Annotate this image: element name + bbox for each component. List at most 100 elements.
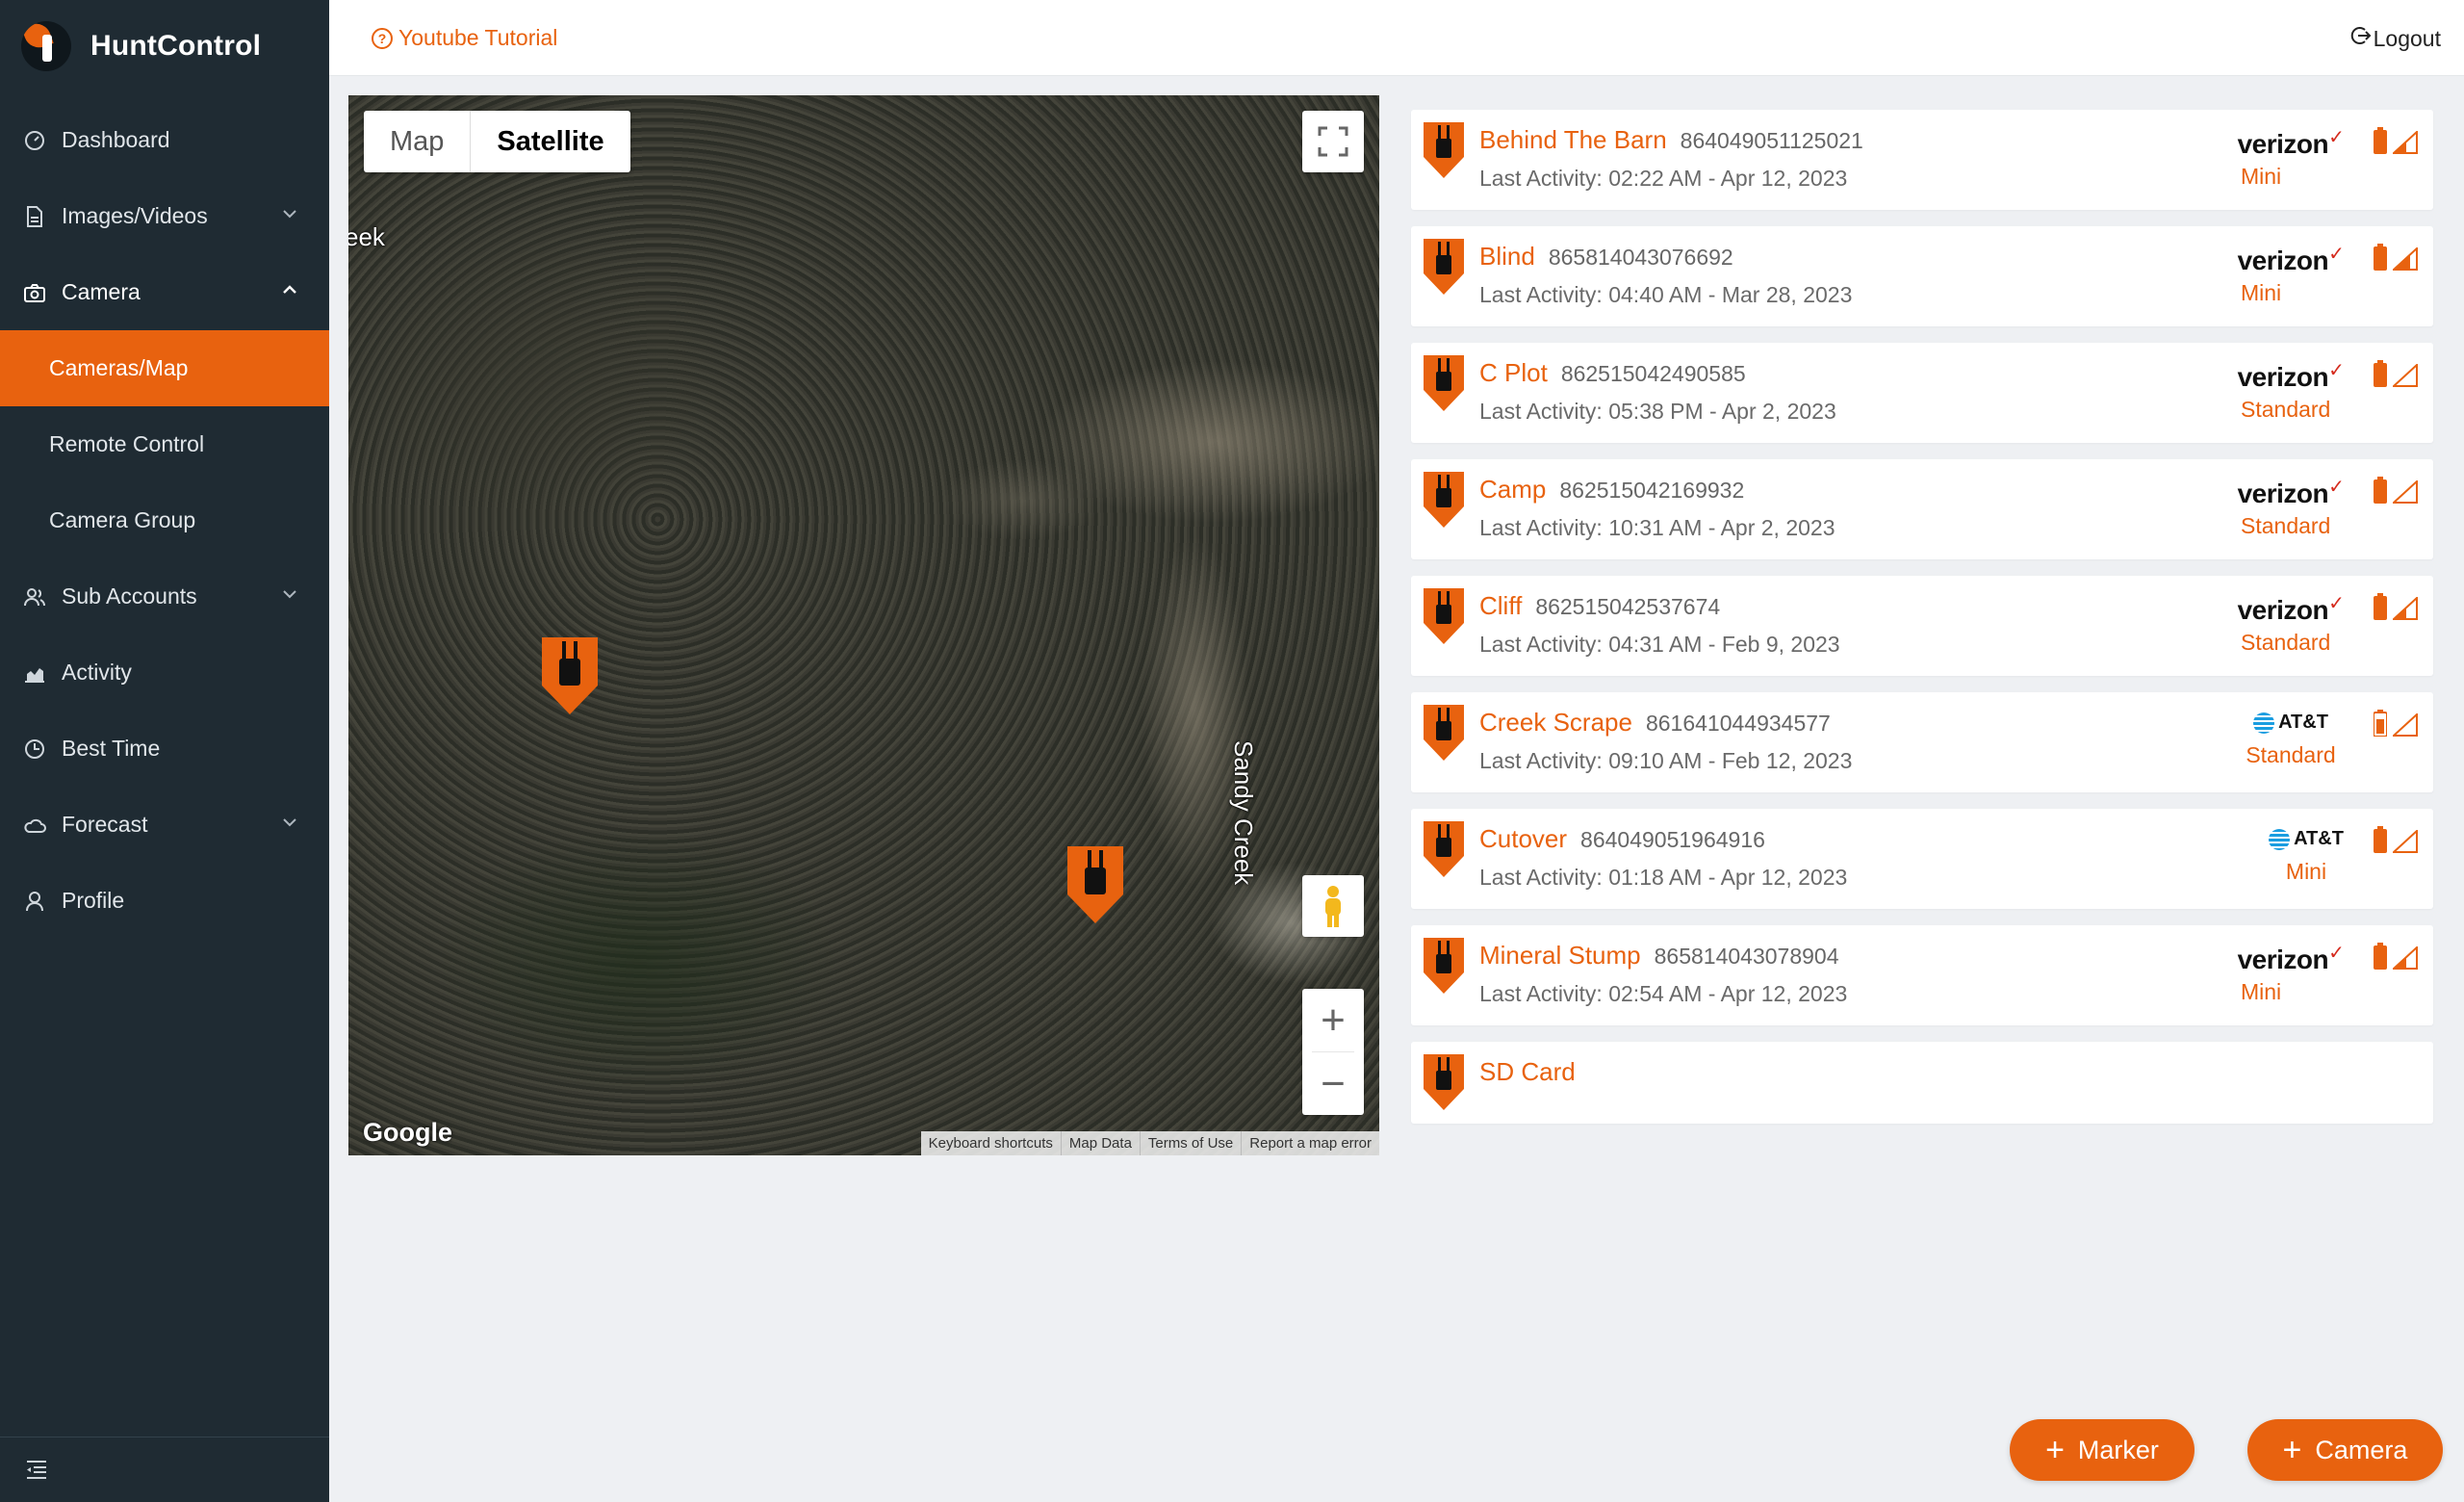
- camera-pin-icon: [1424, 122, 1464, 178]
- sidebar-item-best-time[interactable]: Best Time: [0, 711, 329, 787]
- file-icon: [23, 205, 46, 228]
- street-view-pegman-button[interactable]: [1302, 875, 1364, 937]
- map-data-link[interactable]: Map Data: [1060, 1131, 1140, 1155]
- camera-imei: 862515042537674: [1535, 594, 1721, 619]
- sidebar-nav: Dashboard Images/Videos Camera Cameras/M…: [0, 102, 329, 939]
- camera-name[interactable]: Creek Scrape: [1479, 708, 1632, 738]
- sidebar-item-camera-group[interactable]: Camera Group: [0, 482, 329, 558]
- carrier-info: AT&T Standard: [2233, 712, 2348, 768]
- camera-card[interactable]: Creek Scrape 861641044934577 Last Activit…: [1411, 692, 2433, 792]
- sidebar-item-forecast[interactable]: Forecast: [0, 787, 329, 863]
- chevron-down-icon: [279, 203, 300, 224]
- add-marker-button[interactable]: + Marker: [2010, 1419, 2194, 1481]
- battery-icon: [2374, 826, 2387, 853]
- terms-of-use-link[interactable]: Terms of Use: [1139, 1131, 1241, 1155]
- keyboard-shortcuts-link[interactable]: Keyboard shortcuts: [921, 1131, 1061, 1155]
- brand[interactable]: HuntControl: [21, 21, 261, 71]
- camera-icon: [23, 281, 46, 304]
- map-type-map-button[interactable]: Map: [364, 111, 470, 172]
- camera-name[interactable]: C Plot: [1479, 358, 1548, 388]
- plan-name: Standard: [2241, 513, 2331, 538]
- camera-map-marker[interactable]: [1065, 844, 1125, 925]
- camera-imei: 865814043078904: [1654, 944, 1839, 969]
- camera-pin-icon: [1424, 239, 1464, 295]
- sidebar-item-label: Cameras/Map: [49, 355, 189, 380]
- camera-card[interactable]: Behind The Barn 864049051125021 Last Acti…: [1411, 110, 2433, 210]
- zoom-out-button[interactable]: −: [1302, 1052, 1364, 1115]
- att-logo: AT&T: [2253, 712, 2328, 734]
- help-icon: ?: [372, 27, 393, 49]
- fullscreen-icon: [1318, 126, 1348, 157]
- map-label-creek: eek: [348, 222, 385, 251]
- users-icon: [23, 585, 46, 609]
- zoom-control: + −: [1302, 989, 1364, 1115]
- camera-card[interactable]: SD Card: [1411, 1042, 2433, 1124]
- camera-card[interactable]: Blind 865814043076692 Last Activity: 04:4…: [1411, 226, 2433, 326]
- camera-pin-icon: [1424, 1054, 1464, 1110]
- camera-name[interactable]: SD Card: [1479, 1057, 1576, 1087]
- chevron-up-icon: [279, 279, 300, 300]
- verizon-logo: verizon✓: [2237, 593, 2345, 625]
- carrier-info: verizon✓ Standard: [2233, 477, 2348, 539]
- camera-card[interactable]: C Plot 862515042490585 Last Activity: 05:…: [1411, 343, 2433, 443]
- camera-name[interactable]: Behind The Barn: [1479, 125, 1667, 155]
- sidebar-item-profile[interactable]: Profile: [0, 863, 329, 939]
- plus-icon: +: [2282, 1432, 2302, 1468]
- camera-last-activity: Last Activity: 05:38 PM - Apr 2, 2023: [1479, 399, 1836, 424]
- camera-imei: 862515042169932: [1559, 478, 1745, 503]
- dashboard-icon: [23, 129, 46, 152]
- camera-card[interactable]: Mineral Stump 865814043078904 Last Activi…: [1411, 925, 2433, 1025]
- verizon-logo: verizon✓: [2237, 127, 2345, 159]
- carrier-info: verizon✓ Mini: [2233, 127, 2348, 190]
- camera-pin-icon: [1424, 472, 1464, 528]
- sidebar-item-activity[interactable]: Activity: [0, 634, 329, 711]
- sidebar-item-images-videos[interactable]: Images/Videos: [0, 178, 329, 254]
- battery-icon: [2374, 127, 2387, 154]
- logout-button[interactable]: Logout: [2350, 25, 2441, 52]
- sidebar-item-label: Activity: [62, 660, 132, 685]
- camera-last-activity: Last Activity: 10:31 AM - Apr 2, 2023: [1479, 515, 1835, 540]
- youtube-tutorial-link[interactable]: ? Youtube Tutorial: [372, 25, 557, 51]
- camera-name[interactable]: Cutover: [1479, 824, 1567, 854]
- signal-icon: [2393, 946, 2418, 970]
- camera-map-marker[interactable]: [540, 635, 600, 716]
- camera-pin-icon: [1424, 588, 1464, 644]
- collapse-menu-icon[interactable]: [25, 1459, 48, 1482]
- camera-name[interactable]: Mineral Stump: [1479, 941, 1641, 971]
- sidebar-item-cameras-map[interactable]: Cameras/Map: [0, 330, 329, 406]
- fullscreen-button[interactable]: [1302, 111, 1364, 172]
- plan-name: Standard: [2246, 741, 2336, 767]
- logout-icon: [2350, 25, 2372, 52]
- sidebar-item-remote-control[interactable]: Remote Control: [0, 406, 329, 482]
- battery-icon: [2374, 943, 2387, 970]
- sidebar-item-dashboard[interactable]: Dashboard: [0, 102, 329, 178]
- camera-last-activity: Last Activity: 04:31 AM - Feb 9, 2023: [1479, 632, 1840, 657]
- camera-name[interactable]: Camp: [1479, 475, 1546, 505]
- camera-pin-icon: [1424, 355, 1464, 411]
- plan-name: Standard: [2241, 630, 2331, 655]
- camera-pin-icon: [1424, 821, 1464, 877]
- verizon-logo: verizon✓: [2237, 943, 2345, 974]
- satellite-map[interactable]: Map Satellite eek Sandy Creek + − Google…: [348, 95, 1379, 1155]
- sidebar-item-sub-accounts[interactable]: Sub Accounts: [0, 558, 329, 634]
- zoom-in-button[interactable]: +: [1302, 989, 1364, 1051]
- add-marker-label: Marker: [2077, 1435, 2159, 1464]
- signal-icon: [2393, 830, 2418, 853]
- battery-icon: [2374, 710, 2387, 737]
- add-camera-button[interactable]: + Camera: [2247, 1419, 2443, 1481]
- sidebar-item-label: Best Time: [62, 736, 161, 761]
- carrier-info: verizon✓ Standard: [2233, 593, 2348, 656]
- sidebar-item-label: Images/Videos: [62, 203, 208, 228]
- camera-name[interactable]: Blind: [1479, 242, 1535, 272]
- camera-card[interactable]: Cliff 862515042537674 Last Activity: 04:3…: [1411, 576, 2433, 676]
- battery-icon: [2374, 477, 2387, 504]
- camera-name[interactable]: Cliff: [1479, 591, 1522, 621]
- carrier-info: verizon✓ Standard: [2233, 360, 2348, 423]
- map-type-satellite-button[interactable]: Satellite: [470, 111, 629, 172]
- google-logo: Google: [363, 1118, 452, 1147]
- report-map-error-link[interactable]: Report a map error: [1241, 1131, 1379, 1155]
- pegman-icon: [1325, 886, 1341, 927]
- camera-card[interactable]: Cutover 864049051964916 Last Activity: 01…: [1411, 809, 2433, 909]
- sidebar-item-camera[interactable]: Camera: [0, 254, 329, 330]
- camera-card[interactable]: Camp 862515042169932 Last Activity: 10:31…: [1411, 459, 2433, 559]
